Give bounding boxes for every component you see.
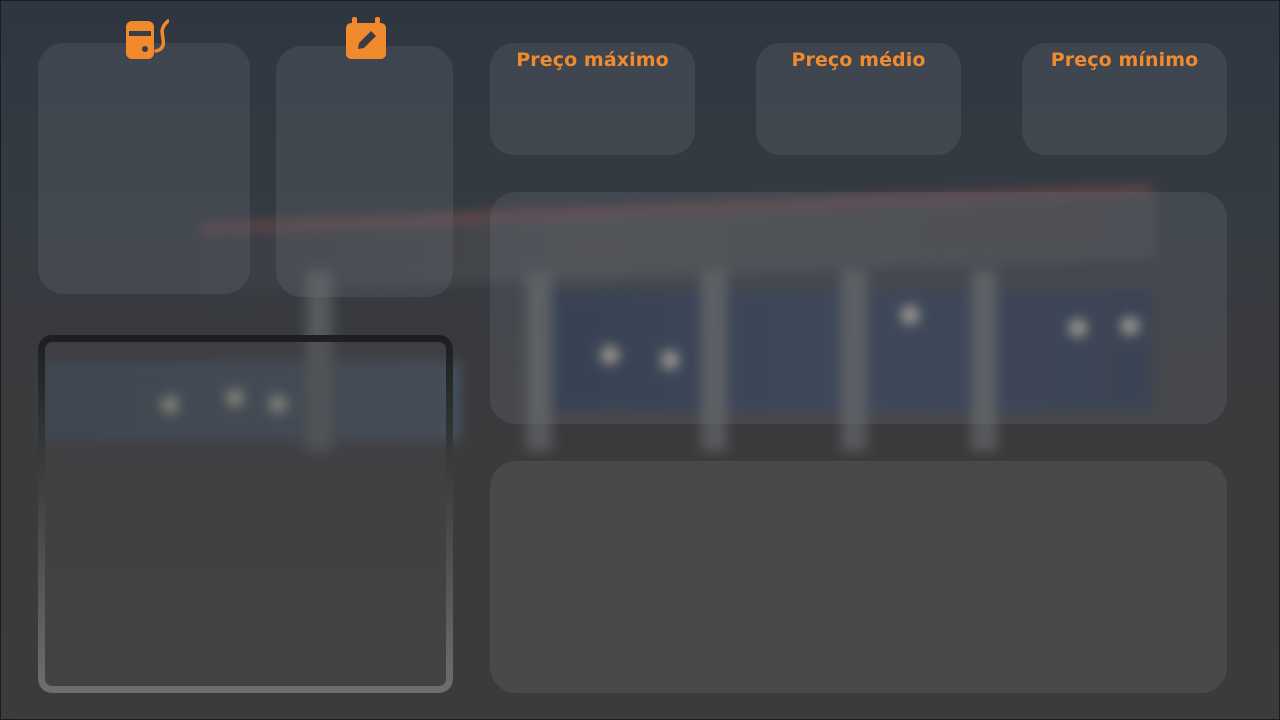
max-price-card: Preço máximo <box>490 43 695 155</box>
calendar-edit-icon <box>346 17 386 59</box>
avg-price-label: Preço médio <box>791 49 926 71</box>
max-price-label: Preço máximo <box>516 49 669 71</box>
fuel-pump-icon <box>126 19 169 59</box>
fuel-filter-card[interactable] <box>38 43 250 294</box>
chart-panel-bottom <box>490 461 1227 693</box>
dashboard: Preço máximo Preço médio Preço mínimo <box>0 0 1280 720</box>
chart-panel-top <box>490 192 1227 424</box>
date-filter-card[interactable] <box>276 46 453 297</box>
map-panel[interactable] <box>38 335 453 693</box>
min-price-label: Preço mínimo <box>1050 49 1199 71</box>
min-price-card: Preço mínimo <box>1022 43 1227 155</box>
avg-price-card: Preço médio <box>756 43 961 155</box>
